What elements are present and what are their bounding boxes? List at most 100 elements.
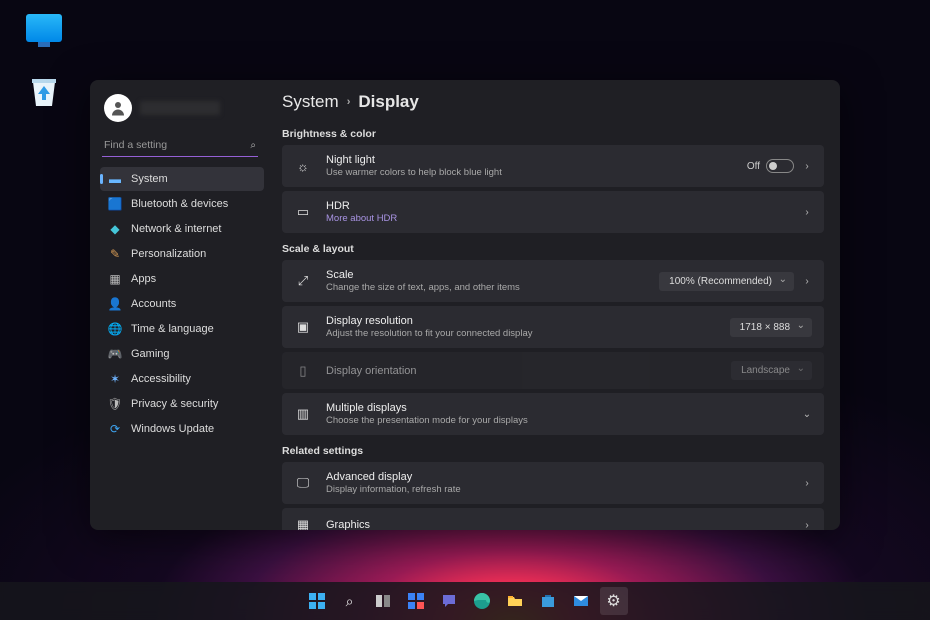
taskbar-explorer[interactable]	[501, 587, 529, 615]
resolution-dropdown[interactable]: 1718 × 888	[730, 318, 812, 337]
toggle-track	[766, 159, 794, 173]
graphics-icon: ▦	[294, 517, 312, 530]
privacy-icon: 🛡	[108, 397, 122, 411]
personalization-icon: ✎	[108, 247, 122, 261]
nav-label: Accounts	[131, 298, 176, 310]
card-title: HDR	[326, 200, 788, 212]
nav-list: ▬System 🟦 Bluetooth & devices ◆ Network & …	[100, 167, 264, 442]
chevron-right-icon: ›	[802, 520, 812, 531]
card-scale[interactable]: ⤢ Scale Change the size of text, apps, a…	[282, 260, 824, 302]
card-sub: Choose the presentation mode for your di…	[326, 415, 788, 426]
nav-label: Windows Update	[131, 423, 214, 435]
chevron-right-icon: ›	[802, 478, 812, 489]
scale-icon: ⤢	[294, 273, 312, 289]
breadcrumb: System › Display	[282, 90, 824, 122]
section-brightness-title: Brightness & color	[282, 122, 824, 145]
taskbar-edge[interactable]	[468, 587, 496, 615]
section-scale-title: Scale & layout	[282, 237, 824, 260]
nav-label: Apps	[131, 273, 156, 285]
card-title: Advanced display	[326, 471, 788, 483]
card-multiple-displays[interactable]: ▥ Multiple displays Choose the presentat…	[282, 393, 824, 435]
nav-accounts[interactable]: 👤 Accounts	[100, 292, 264, 316]
nav-accessibility[interactable]: ✶ Accessibility	[100, 367, 264, 391]
profile-header[interactable]	[100, 90, 264, 130]
card-title: Multiple displays	[326, 402, 788, 414]
accessibility-icon: ✶	[108, 372, 122, 386]
desktop-recycle-bin[interactable]	[22, 72, 66, 108]
nav-apps[interactable]: ▦Apps	[100, 267, 264, 291]
taskbar-store[interactable]	[534, 587, 562, 615]
toggle-state: Off	[747, 161, 760, 172]
nav-label: Time & language	[131, 323, 214, 335]
nav-network[interactable]: ◆ Network & internet	[100, 217, 264, 241]
nav-label: Gaming	[131, 348, 170, 360]
card-orientation: ▯ Display orientation Landscape	[282, 352, 824, 389]
start-button[interactable]	[303, 587, 331, 615]
sidebar: ⌕ ▬System 🟦 Bluetooth & devices ◆ Network …	[90, 80, 268, 530]
nav-time[interactable]: 🌐 Time & language	[100, 317, 264, 341]
search-input[interactable]	[104, 137, 250, 153]
card-title: Scale	[326, 269, 645, 281]
section-related-title: Related settings	[282, 439, 824, 462]
nav-personalization[interactable]: ✎ Personalization	[100, 242, 264, 266]
card-night-light[interactable]: ☼ Night light Use warmer colors to help …	[282, 145, 824, 187]
card-title: Night light	[326, 154, 733, 166]
taskbar-widgets[interactable]	[402, 587, 430, 615]
chevron-right-icon: ›	[347, 96, 351, 108]
nav-gaming[interactable]: 🎮 Gaming	[100, 342, 264, 366]
card-hdr[interactable]: ▭ HDR More about HDR ›	[282, 191, 824, 233]
chevron-right-icon: ›	[802, 207, 812, 218]
nav-update[interactable]: ⟳ Windows Update	[100, 417, 264, 441]
card-graphics[interactable]: ▦ Graphics ›	[282, 508, 824, 530]
taskbar-mail[interactable]	[567, 587, 595, 615]
card-advanced-display[interactable]: 🖵 Advanced display Display information, …	[282, 462, 824, 504]
nav-label: System	[131, 173, 168, 185]
taskbar-chat[interactable]	[435, 587, 463, 615]
taskbar: ⌕ ⚙	[0, 582, 930, 620]
gaming-icon: 🎮	[108, 347, 122, 361]
card-sub: Change the size of text, apps, and other…	[326, 282, 645, 293]
card-sub: Display information, refresh rate	[326, 484, 788, 495]
card-sub: Adjust the resolution to fit your connec…	[326, 328, 716, 339]
profile-name-redacted	[140, 101, 220, 115]
card-title: Graphics	[326, 519, 788, 530]
update-icon: ⟳	[108, 422, 122, 436]
avatar-icon	[104, 94, 132, 122]
scale-dropdown[interactable]: 100% (Recommended)	[659, 272, 794, 291]
nav-label: Accessibility	[131, 373, 191, 385]
nav-label: Network & internet	[131, 223, 221, 235]
nav-label: Personalization	[131, 248, 206, 260]
settings-window: ⌕ ▬System 🟦 Bluetooth & devices ◆ Network …	[90, 80, 840, 530]
nav-label: Bluetooth & devices	[131, 198, 228, 210]
nav-bluetooth[interactable]: 🟦 Bluetooth & devices	[100, 192, 264, 216]
card-sub: Use warmer colors to help block blue lig…	[326, 167, 733, 178]
breadcrumb-parent[interactable]: System	[282, 92, 339, 112]
network-icon: ◆	[108, 222, 122, 236]
night-light-icon: ☼	[294, 159, 312, 174]
accounts-icon: 👤	[108, 297, 122, 311]
hdr-link[interactable]: More about HDR	[326, 213, 788, 224]
desktop-this-pc[interactable]	[22, 14, 66, 44]
breadcrumb-current: Display	[358, 92, 418, 112]
night-light-toggle[interactable]: Off	[747, 159, 794, 173]
taskbar-taskview[interactable]	[369, 587, 397, 615]
taskbar-search[interactable]: ⌕	[336, 587, 364, 615]
nav-privacy[interactable]: 🛡 Privacy & security	[100, 392, 264, 416]
card-title: Display orientation	[326, 365, 717, 377]
nav-system[interactable]: ▬System	[100, 167, 264, 191]
multiple-displays-icon: ▥	[294, 406, 312, 422]
nav-label: Privacy & security	[131, 398, 218, 410]
card-resolution[interactable]: ▣ Display resolution Adjust the resoluti…	[282, 306, 824, 348]
time-icon: 🌐	[108, 322, 122, 336]
card-title: Display resolution	[326, 315, 716, 327]
main-content: System › Display Brightness & color ☼ Ni…	[268, 80, 840, 530]
bluetooth-icon: 🟦	[108, 197, 122, 211]
search-icon: ⌕	[250, 140, 256, 151]
resolution-icon: ▣	[294, 319, 312, 335]
taskbar-settings[interactable]: ⚙	[600, 587, 628, 615]
search-box[interactable]: ⌕	[102, 134, 258, 157]
recycle-bin-icon	[28, 72, 60, 108]
chevron-right-icon: ›	[802, 161, 812, 172]
orientation-icon: ▯	[294, 363, 312, 379]
hdr-icon: ▭	[294, 204, 312, 220]
